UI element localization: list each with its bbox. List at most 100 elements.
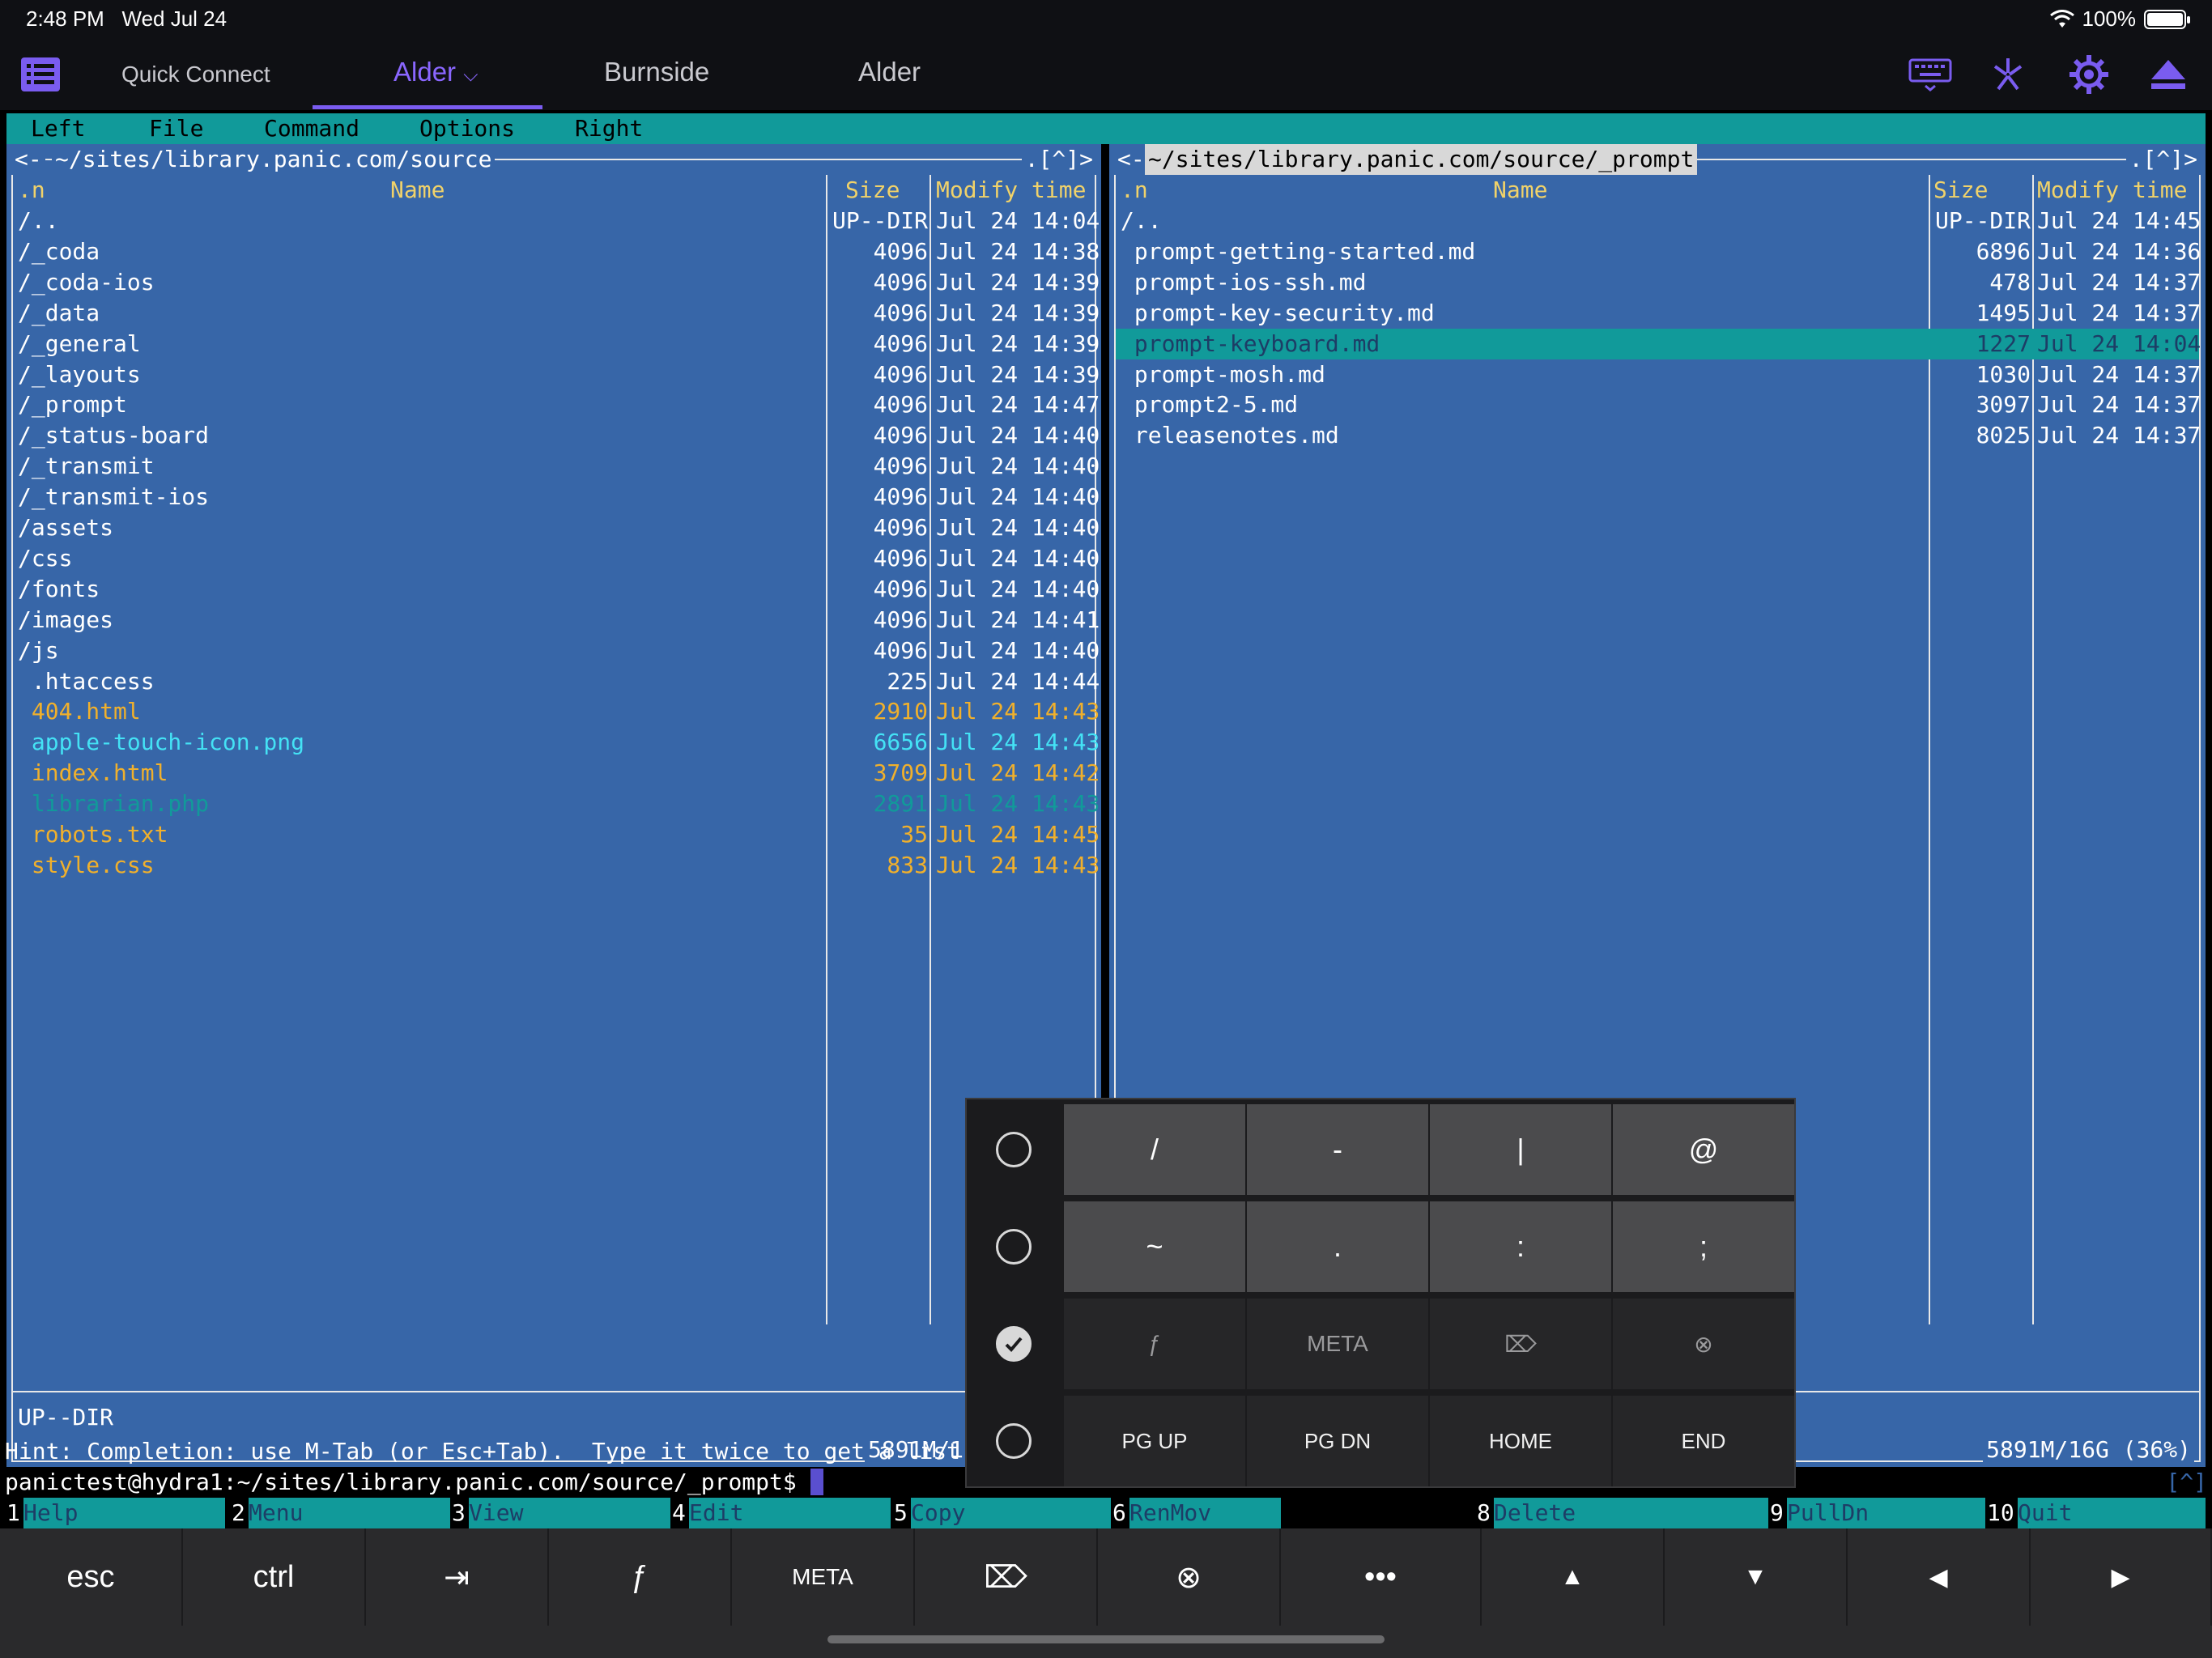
table-row[interactable]: /_general 4096 Jul 24 14:39 <box>6 329 1101 359</box>
meta-key[interactable]: META <box>732 1528 915 1626</box>
table-row[interactable]: releasenotes.md 8025 Jul 24 14:37 <box>1116 420 2201 451</box>
menu-right[interactable]: Right <box>575 113 643 144</box>
table-row[interactable]: /_data 4096 Jul 24 14:39 <box>6 298 1101 329</box>
key-page-down[interactable]: PG DN <box>1247 1396 1428 1486</box>
right-panel-corner[interactable]: .[^]> <box>2125 144 2201 175</box>
fkey-menu[interactable]: 2 Menu <box>230 1498 450 1528</box>
menu-file[interactable]: File <box>149 113 203 144</box>
table-row[interactable]: /assets 4096 Jul 24 14:40 <box>6 512 1101 543</box>
clear-icon[interactable]: ⊗ <box>1098 1528 1281 1626</box>
key-pipe[interactable]: | <box>1430 1104 1611 1195</box>
table-row[interactable]: prompt-getting-started.md 6896 Jul 24 14:3… <box>1116 236 2201 267</box>
table-row[interactable]: /.. UP--DIR Jul 24 14:04 <box>6 206 1101 236</box>
table-row[interactable]: prompt-key-security.md 1495 Jul 24 14:37 <box>1116 298 2201 329</box>
tab-icon[interactable]: ⇥ <box>366 1528 549 1626</box>
key-home[interactable]: HOME <box>1430 1396 1611 1486</box>
key-meta[interactable]: META <box>1247 1299 1428 1389</box>
esc-key[interactable]: esc <box>0 1528 183 1626</box>
key-period[interactable]: . <box>1247 1201 1428 1292</box>
table-row[interactable]: robots.txt 35 Jul 24 14:45 <box>6 819 1101 850</box>
left-panel[interactable]: <- ~/sites/library.panic.com/source .[^]… <box>6 144 1101 1467</box>
table-row[interactable]: /images 4096 Jul 24 14:41 <box>6 605 1101 636</box>
fkey-quit[interactable]: 10 Quit <box>1985 1498 2206 1528</box>
arrow-left-icon[interactable]: ◀ <box>1848 1528 2031 1626</box>
table-row[interactable]: 404.html 2910 Jul 24 14:43 <box>6 696 1101 727</box>
file-size: 2891 <box>873 790 928 818</box>
key-semicolon[interactable]: ; <box>1613 1201 1794 1292</box>
table-row[interactable]: index.html 3709 Jul 24 14:42 <box>6 758 1101 789</box>
table-row-selected[interactable]: prompt-keyboard.md 1227 Jul 24 14:04 <box>1116 328 2201 359</box>
table-row[interactable]: /_status-board 4096 Jul 24 14:40 <box>6 420 1101 451</box>
tab-alder[interactable]: Alder <box>858 57 921 87</box>
table-row[interactable]: /.. UP--DIR Jul 24 14:45 <box>1116 206 2201 236</box>
table-row[interactable]: /_coda-ios 4096 Jul 24 14:39 <box>6 267 1101 298</box>
key-colon[interactable]: : <box>1430 1201 1611 1292</box>
forward-delete-icon[interactable]: ⌦ <box>915 1528 1098 1626</box>
fkey-label: View <box>469 1498 670 1528</box>
table-row[interactable]: librarian.php 2891 Jul 24 14:43 <box>6 789 1101 819</box>
key-end[interactable]: END <box>1613 1396 1794 1486</box>
more-icon[interactable]: ••• <box>1281 1528 1482 1626</box>
tab-alder-active[interactable]: Alder ⌵ <box>393 57 478 87</box>
keyboard-icon[interactable] <box>1906 50 1955 99</box>
status-time: 2:48 PM Wed Jul 24 <box>26 6 228 31</box>
arrow-up-icon[interactable]: ▲ <box>1482 1528 1665 1626</box>
gear-icon[interactable] <box>2065 50 2113 99</box>
table-row[interactable]: /css 4096 Jul 24 14:40 <box>6 543 1101 574</box>
radio[interactable] <box>996 1229 1032 1265</box>
radio-checked[interactable] <box>996 1326 1032 1362</box>
function-keys: 1 Help 2 Menu 3 View 4 Edit 5 Copy 6 RenMov 8 Delete 9… <box>0 1498 2212 1528</box>
quick-connect-tab[interactable]: Quick Connect <box>121 62 270 87</box>
table-row[interactable]: style.css 833 Jul 24 14:43 <box>6 850 1101 881</box>
table-row[interactable]: /fonts 4096 Jul 24 14:40 <box>6 574 1101 605</box>
prompt-corner[interactable]: [^] <box>2166 1467 2207 1498</box>
table-row[interactable]: /js 4096 Jul 24 14:40 <box>6 636 1101 666</box>
eject-icon[interactable] <box>2144 50 2193 99</box>
key-page-up[interactable]: PG UP <box>1064 1396 1245 1486</box>
sparkle-icon[interactable] <box>1984 50 2032 99</box>
menu-options[interactable]: Options <box>419 113 515 144</box>
menu-left[interactable]: Left <box>31 113 85 144</box>
key-at[interactable]: @ <box>1613 1104 1794 1195</box>
fkey-number: 6 <box>1111 1498 1128 1528</box>
left-panel-corner[interactable]: .[^]> <box>1021 144 1096 175</box>
tab-burnside[interactable]: Burnside <box>604 57 709 87</box>
table-row[interactable]: /_coda 4096 Jul 24 14:38 <box>6 236 1101 267</box>
table-row[interactable]: prompt-ios-ssh.md 478 Jul 24 14:37 <box>1116 267 2201 298</box>
file-size: 4096 <box>873 544 928 572</box>
key-clear[interactable]: ⊗ <box>1613 1299 1794 1389</box>
fkey-renmov[interactable]: 6 RenMov <box>1111 1498 1281 1528</box>
table-row[interactable]: .htaccess 225 Jul 24 14:44 <box>6 666 1101 697</box>
table-row[interactable]: prompt-mosh.md 1030 Jul 24 14:37 <box>1116 359 2201 390</box>
fkey-copy[interactable]: 5 Copy <box>892 1498 1112 1528</box>
key-function[interactable]: ƒ <box>1064 1299 1245 1389</box>
fkey-view[interactable]: 3 View <box>450 1498 670 1528</box>
radio[interactable] <box>996 1423 1032 1459</box>
table-row[interactable]: /_transmit 4096 Jul 24 14:40 <box>6 451 1101 482</box>
table-row[interactable]: prompt2-5.md 3097 Jul 24 14:37 <box>1116 389 2201 420</box>
key-tilde[interactable]: ~ <box>1064 1201 1245 1292</box>
file-name: /_general <box>18 329 141 357</box>
shell-prompt[interactable]: panictest@hydra1:~/sites/library.panic.c… <box>5 1467 824 1498</box>
key-dash[interactable]: - <box>1247 1104 1428 1195</box>
function-icon[interactable]: ƒ <box>549 1528 732 1626</box>
fkey-pulldn[interactable]: 9 PullDn <box>1768 1498 1987 1528</box>
session-list-icon[interactable] <box>16 50 65 99</box>
ctrl-key[interactable]: ctrl <box>183 1528 366 1626</box>
table-row[interactable]: /_prompt 4096 Jul 24 14:47 <box>6 389 1101 420</box>
radio[interactable] <box>996 1132 1032 1167</box>
file-mtime: Jul 24 14:37 <box>2037 391 2201 419</box>
arrow-down-icon[interactable]: ▼ <box>1665 1528 1848 1626</box>
fkey-delete[interactable]: 8 Delete <box>1475 1498 1768 1528</box>
fkey-help[interactable]: 1 Help <box>5 1498 225 1528</box>
key-slash[interactable]: / <box>1064 1104 1245 1195</box>
key-forward-delete[interactable]: ⌦ <box>1430 1299 1611 1389</box>
table-row[interactable]: apple-touch-icon.png 6656 Jul 24 14:43 <box>6 727 1101 758</box>
table-row[interactable]: /_transmit-ios 4096 Jul 24 14:40 <box>6 482 1101 512</box>
fkey-label: RenMov <box>1129 1498 1281 1528</box>
menu-command[interactable]: Command <box>264 113 359 144</box>
fkey-edit[interactable]: 4 Edit <box>670 1498 891 1528</box>
table-row[interactable]: /_layouts 4096 Jul 24 14:39 <box>6 359 1101 390</box>
file-size: 478 <box>1989 268 2031 295</box>
arrow-right-icon[interactable]: ▶ <box>2031 1528 2212 1626</box>
